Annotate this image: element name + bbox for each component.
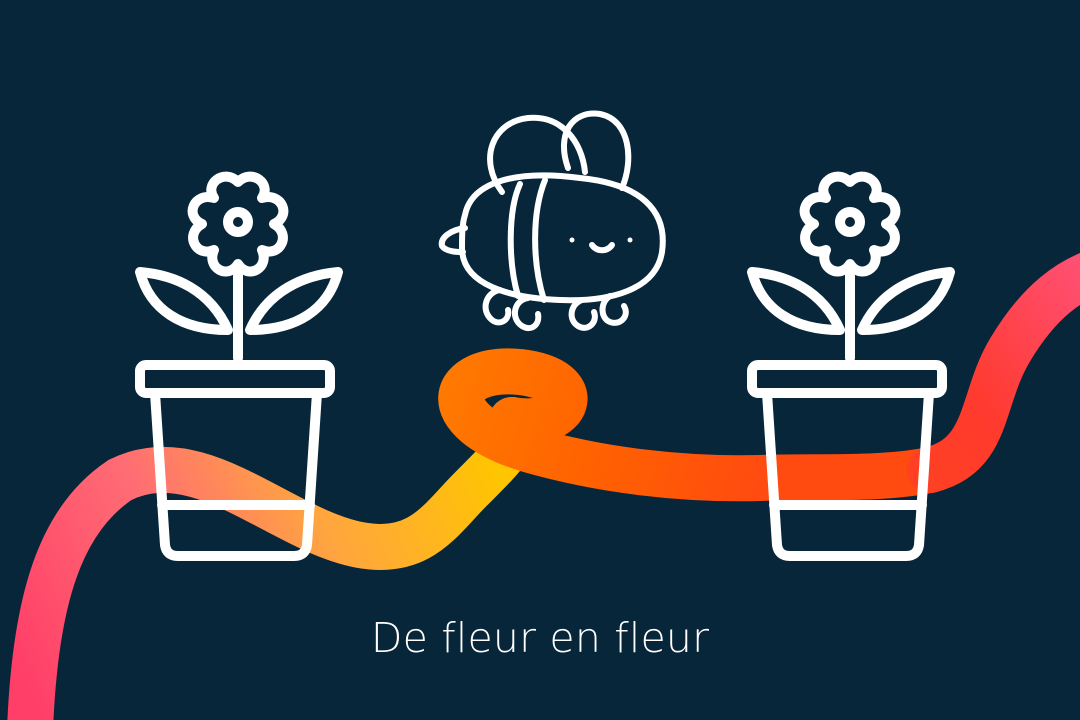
bee-smile [589,242,615,254]
caption-text: De fleur en fleur [370,614,710,662]
bee-leg [599,293,629,326]
bee-stripe [507,181,523,299]
bee-stripe [532,177,548,303]
illustration-card: De fleur en fleur [0,0,1080,720]
bee-leg [511,295,542,332]
bee-leg [568,297,598,331]
bee-body [459,172,666,304]
bee-icon [438,110,666,332]
